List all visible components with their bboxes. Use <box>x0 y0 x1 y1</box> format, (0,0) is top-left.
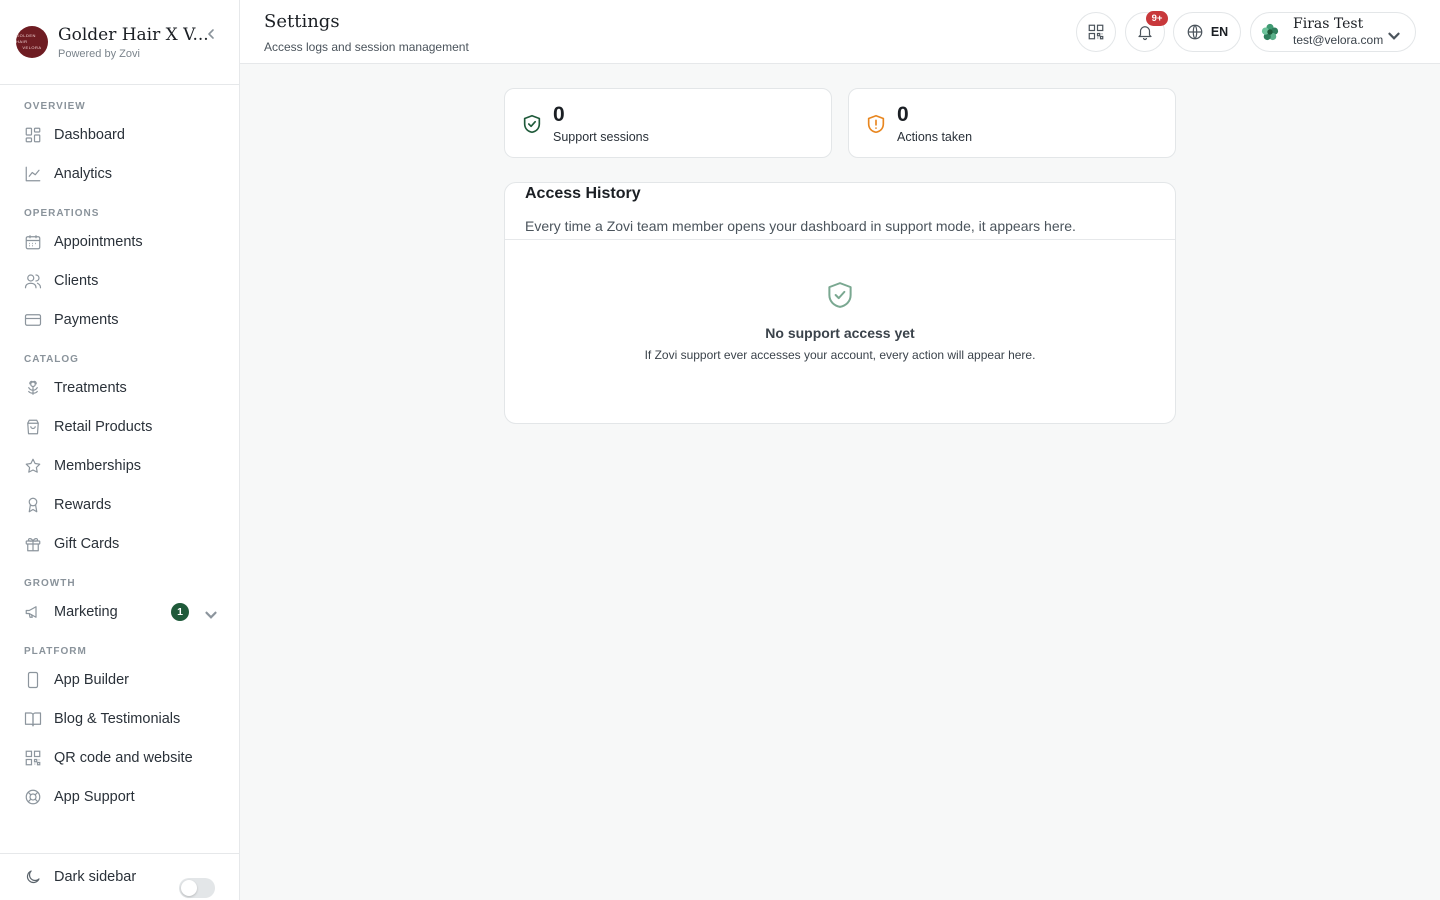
access-history-card: Access History Every time a Zovi team me… <box>504 182 1176 424</box>
nav-section-title: GROWTH <box>24 578 76 589</box>
avatar <box>1261 23 1279 41</box>
empty-state-title: No support access yet <box>765 325 915 341</box>
megaphone-icon <box>25 605 37 618</box>
award-icon <box>28 497 38 512</box>
sidebar-item-label: App Support <box>54 788 135 805</box>
top-header: Settings Access logs and session managem… <box>240 0 1440 64</box>
qr-code-icon <box>1088 24 1104 40</box>
shield-check-icon <box>828 282 852 308</box>
stat-card-actions-taken: 0 Actions taken <box>848 88 1176 158</box>
sidebar-item-label: Rewards <box>54 496 112 513</box>
sidebar-item-label: Gift Cards <box>54 535 120 552</box>
sidebar-item-label: Treatments <box>54 379 127 396</box>
page-subtitle: Access logs and session management <box>264 40 469 54</box>
section-title: Access History <box>525 185 641 202</box>
stat-value: 0 <box>553 103 565 126</box>
shield-alert-icon <box>867 114 885 134</box>
sidebar-item-label: Marketing <box>54 603 118 620</box>
sidebar-item-label: Clients <box>54 272 99 289</box>
sidebar-item-marketing[interactable]: Marketing 1 <box>0 592 239 631</box>
sidebar-item-label: Retail Products <box>54 418 153 435</box>
sidebar-item-dashboard[interactable]: Dashboard <box>0 115 239 154</box>
brand-name: Golder Hair X V... <box>58 24 209 45</box>
dark-sidebar-toggle[interactable] <box>179 878 215 898</box>
analytics-icon <box>25 166 41 181</box>
smartphone-icon <box>27 671 39 688</box>
chevron-down-icon[interactable] <box>202 606 220 624</box>
sidebar-item-clients[interactable]: Clients <box>0 261 239 300</box>
sidebar-item-label: Dashboard <box>54 126 125 143</box>
notification-badge: 9+ <box>1146 11 1168 26</box>
language-selector[interactable]: EN <box>1173 12 1241 52</box>
dark-sidebar-row: Dark sidebar <box>0 853 240 900</box>
sidebar-item-payments[interactable]: Payments <box>0 300 239 339</box>
language-label: EN <box>1210 25 1229 39</box>
sidebar-item-retail-products[interactable]: Retail Products <box>0 407 239 446</box>
sidebar-nav: OVERVIEW Dashboard Analytics OPERATIONS … <box>0 85 239 816</box>
users-icon <box>24 273 42 288</box>
user-name: Firas Test <box>1293 16 1364 32</box>
brand-header: GOLDEN HAIR VELORA Golder Hair X V... Po… <box>0 0 239 85</box>
chevron-left-icon[interactable] <box>205 27 217 41</box>
user-menu[interactable]: Firas Test test@velora.com <box>1250 12 1416 52</box>
brand-logo: GOLDEN HAIR VELORA <box>16 26 48 58</box>
nav-section-title: PLATFORM <box>24 646 87 657</box>
stat-card-support-sessions: 0 Support sessions <box>504 88 832 158</box>
nav-section-title: CATALOG <box>24 354 79 365</box>
nav-section-title: OPERATIONS <box>24 208 100 219</box>
sidebar-item-memberships[interactable]: Memberships <box>0 446 239 485</box>
brand-powered-by: Powered by Zovi <box>58 47 140 60</box>
dark-sidebar-label: Dark sidebar <box>54 869 137 885</box>
stat-label: Support sessions <box>553 130 649 144</box>
gift-icon <box>25 537 41 551</box>
divider <box>505 239 1175 240</box>
sidebar-item-rewards[interactable]: Rewards <box>0 485 239 524</box>
star-icon <box>25 458 41 473</box>
sidebar-item-blog-testimonials[interactable]: Blog & Testimonials <box>0 699 239 738</box>
brand-logo-top-text: GOLDEN HAIR <box>16 33 36 44</box>
sidebar-item-label: QR code and website <box>54 749 193 766</box>
sidebar-item-app-builder[interactable]: App Builder <box>0 660 239 699</box>
sidebar-item-label: Appointments <box>54 233 143 250</box>
flower-icon <box>27 380 39 395</box>
calendar-icon <box>25 234 41 249</box>
qr-code-button[interactable] <box>1076 12 1116 52</box>
globe-icon <box>1187 24 1203 40</box>
moon-icon <box>26 870 40 884</box>
empty-state-description: If Zovi support ever accesses your accou… <box>644 348 1036 362</box>
sidebar: GOLDEN HAIR VELORA Golder Hair X V... Po… <box>0 0 240 900</box>
notifications-button[interactable]: 9+ <box>1125 11 1168 52</box>
sidebar-item-treatments[interactable]: Treatments <box>0 368 239 407</box>
sidebar-item-appointments[interactable]: Appointments <box>0 222 239 261</box>
sidebar-item-app-support[interactable]: App Support <box>0 777 239 816</box>
sidebar-item-label: Memberships <box>54 457 142 474</box>
page-title: Settings <box>264 11 340 32</box>
stat-label: Actions taken <box>897 130 973 144</box>
stat-value: 0 <box>897 103 909 126</box>
book-open-icon <box>24 711 42 726</box>
life-buoy-icon <box>25 789 41 804</box>
dashboard-icon <box>25 127 41 142</box>
marketing-count-badge: 1 <box>171 603 189 621</box>
sidebar-item-label: Payments <box>54 311 119 328</box>
user-email: test@velora.com <box>1293 33 1384 47</box>
sidebar-item-label: Blog & Testimonials <box>54 710 181 727</box>
credit-card-icon <box>24 313 42 326</box>
chevron-down-icon <box>1388 32 1400 40</box>
sidebar-item-label: Analytics <box>54 165 113 182</box>
nav-section-title: OVERVIEW <box>24 101 86 112</box>
brand-logo-bottom-text: VELORA <box>22 45 42 50</box>
section-description: Every time a Zovi team member opens your… <box>525 218 1076 234</box>
shopping-bag-icon <box>27 419 39 434</box>
sidebar-item-gift-cards[interactable]: Gift Cards <box>0 524 239 563</box>
sidebar-item-qr-code-website[interactable]: QR code and website <box>0 738 239 777</box>
sidebar-item-label: App Builder <box>54 671 129 688</box>
qr-code-icon <box>25 750 41 765</box>
sidebar-item-analytics[interactable]: Analytics <box>0 154 239 193</box>
shield-check-icon <box>523 114 541 134</box>
